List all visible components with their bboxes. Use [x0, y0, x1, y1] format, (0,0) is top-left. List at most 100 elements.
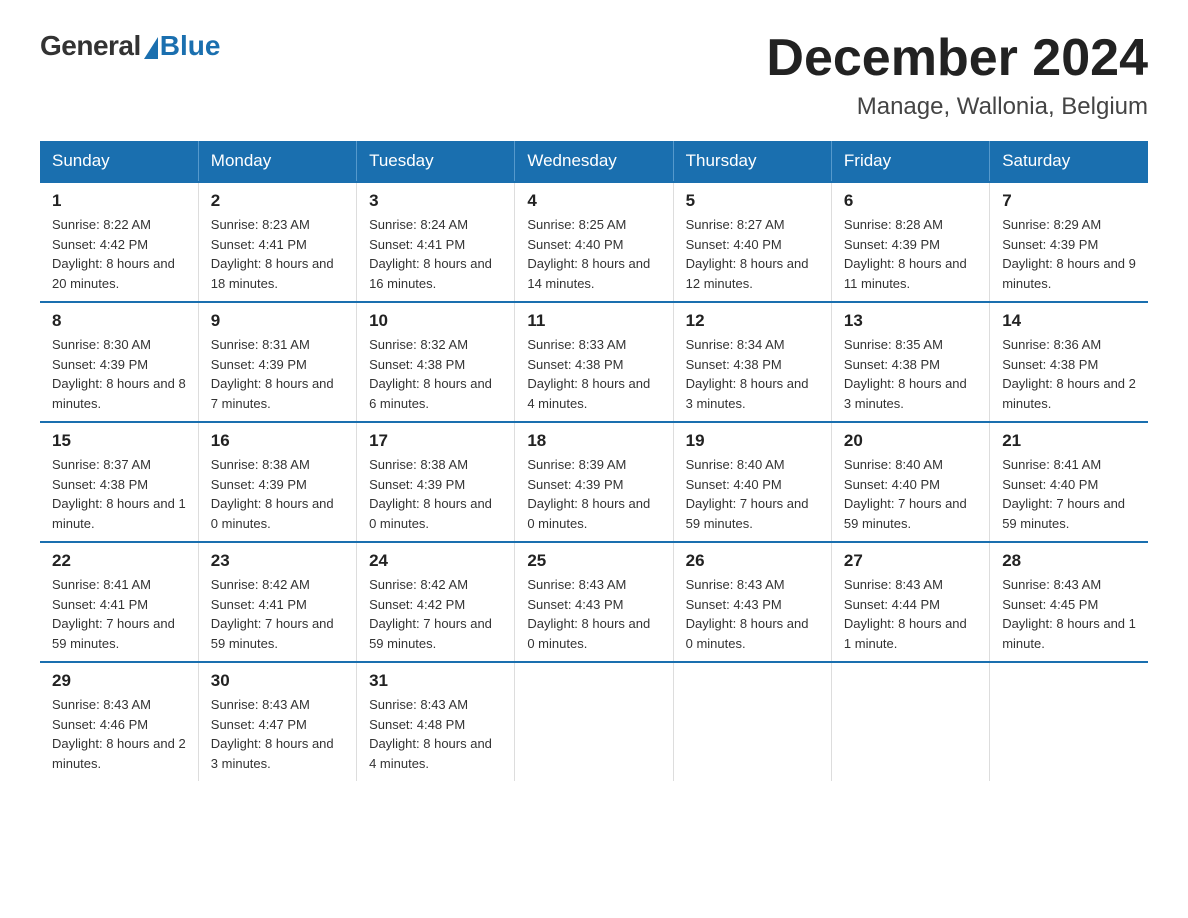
table-row: 9 Sunrise: 8:31 AMSunset: 4:39 PMDaylight… — [198, 302, 356, 422]
col-wednesday: Wednesday — [515, 141, 673, 182]
table-row: 28 Sunrise: 8:43 AMSunset: 4:45 PMDayligh… — [990, 542, 1148, 662]
col-sunday: Sunday — [40, 141, 198, 182]
day-number: 10 — [369, 311, 502, 331]
table-row: 3Sunrise: 8:24 AMSunset: 4:41 PMDaylight… — [357, 182, 515, 302]
calendar-week-row: 29Sunrise: 8:43 AMSunset: 4:46 PMDayligh… — [40, 662, 1148, 781]
table-row: 14 Sunrise: 8:36 AMSunset: 4:38 PMDayligh… — [990, 302, 1148, 422]
day-number: 14 — [1002, 311, 1136, 331]
day-info: Sunrise: 8:36 AMSunset: 4:38 PMDaylight:… — [1002, 335, 1136, 413]
table-row: 25 Sunrise: 8:43 AMSunset: 4:43 PMDayligh… — [515, 542, 673, 662]
day-info: Sunrise: 8:32 AMSunset: 4:38 PMDaylight:… — [369, 335, 502, 413]
day-number: 4 — [527, 191, 660, 211]
table-row: 18 Sunrise: 8:39 AMSunset: 4:39 PMDayligh… — [515, 422, 673, 542]
col-saturday: Saturday — [990, 141, 1148, 182]
logo-triangle-icon — [144, 37, 158, 59]
table-row: 31 Sunrise: 8:43 AMSunset: 4:48 PMDayligh… — [357, 662, 515, 781]
table-row: 10 Sunrise: 8:32 AMSunset: 4:38 PMDayligh… — [357, 302, 515, 422]
calendar-week-row: 8 Sunrise: 8:30 AMSunset: 4:39 PMDaylight… — [40, 302, 1148, 422]
calendar-week-row: 1 Sunrise: 8:22 AMSunset: 4:42 PMDaylight… — [40, 182, 1148, 302]
day-number: 29 — [52, 671, 186, 691]
day-info: Sunrise: 8:43 AMSunset: 4:48 PMDaylight:… — [369, 695, 502, 773]
page-header: General Blue December 2024 Manage, Wallo… — [40, 30, 1148, 121]
day-number: 26 — [686, 551, 819, 571]
day-info: Sunrise: 8:22 AMSunset: 4:42 PMDaylight:… — [52, 215, 186, 293]
day-number: 23 — [211, 551, 344, 571]
day-info: Sunrise: 8:42 AMSunset: 4:41 PMDaylight:… — [211, 575, 344, 653]
day-number: 15 — [52, 431, 186, 451]
day-info: Sunrise: 8:40 AMSunset: 4:40 PMDaylight:… — [686, 455, 819, 533]
day-number: 12 — [686, 311, 819, 331]
table-row: 23 Sunrise: 8:42 AMSunset: 4:41 PMDayligh… — [198, 542, 356, 662]
table-row: 26 Sunrise: 8:43 AMSunset: 4:43 PMDayligh… — [673, 542, 831, 662]
day-info: Sunrise: 8:43 AMSunset: 4:45 PMDaylight:… — [1002, 575, 1136, 653]
day-info: Sunrise: 8:25 AMSunset: 4:40 PMDaylight:… — [527, 215, 660, 293]
logo-general-text: General — [40, 30, 141, 62]
logo: General Blue — [40, 30, 220, 62]
day-number: 22 — [52, 551, 186, 571]
day-number: 16 — [211, 431, 344, 451]
table-row: 11Sunrise: 8:33 AMSunset: 4:38 PMDayligh… — [515, 302, 673, 422]
day-info: Sunrise: 8:30 AMSunset: 4:39 PMDaylight:… — [52, 335, 186, 413]
table-row: 7Sunrise: 8:29 AMSunset: 4:39 PMDaylight… — [990, 182, 1148, 302]
table-row: 13Sunrise: 8:35 AMSunset: 4:38 PMDayligh… — [831, 302, 989, 422]
day-number: 8 — [52, 311, 186, 331]
day-number: 2 — [211, 191, 344, 211]
table-row — [831, 662, 989, 781]
table-row: 6 Sunrise: 8:28 AMSunset: 4:39 PMDaylight… — [831, 182, 989, 302]
table-row: 5 Sunrise: 8:27 AMSunset: 4:40 PMDaylight… — [673, 182, 831, 302]
col-monday: Monday — [198, 141, 356, 182]
day-info: Sunrise: 8:40 AMSunset: 4:40 PMDaylight:… — [844, 455, 977, 533]
day-number: 5 — [686, 191, 819, 211]
day-number: 11 — [527, 311, 660, 331]
day-number: 27 — [844, 551, 977, 571]
table-row: 27Sunrise: 8:43 AMSunset: 4:44 PMDayligh… — [831, 542, 989, 662]
day-info: Sunrise: 8:43 AMSunset: 4:43 PMDaylight:… — [686, 575, 819, 653]
table-row: 24Sunrise: 8:42 AMSunset: 4:42 PMDayligh… — [357, 542, 515, 662]
day-number: 6 — [844, 191, 977, 211]
day-number: 19 — [686, 431, 819, 451]
col-tuesday: Tuesday — [357, 141, 515, 182]
day-number: 25 — [527, 551, 660, 571]
day-info: Sunrise: 8:27 AMSunset: 4:40 PMDaylight:… — [686, 215, 819, 293]
day-number: 24 — [369, 551, 502, 571]
table-row: 15 Sunrise: 8:37 AMSunset: 4:38 PMDayligh… — [40, 422, 198, 542]
table-row — [515, 662, 673, 781]
table-row: 16Sunrise: 8:38 AMSunset: 4:39 PMDayligh… — [198, 422, 356, 542]
day-info: Sunrise: 8:41 AMSunset: 4:40 PMDaylight:… — [1002, 455, 1136, 533]
day-info: Sunrise: 8:39 AMSunset: 4:39 PMDaylight:… — [527, 455, 660, 533]
day-info: Sunrise: 8:41 AMSunset: 4:41 PMDaylight:… — [52, 575, 186, 653]
day-number: 21 — [1002, 431, 1136, 451]
day-info: Sunrise: 8:23 AMSunset: 4:41 PMDaylight:… — [211, 215, 344, 293]
day-info: Sunrise: 8:37 AMSunset: 4:38 PMDaylight:… — [52, 455, 186, 533]
day-number: 17 — [369, 431, 502, 451]
day-info: Sunrise: 8:28 AMSunset: 4:39 PMDaylight:… — [844, 215, 977, 293]
calendar-week-row: 15 Sunrise: 8:37 AMSunset: 4:38 PMDayligh… — [40, 422, 1148, 542]
table-row: 4 Sunrise: 8:25 AMSunset: 4:40 PMDaylight… — [515, 182, 673, 302]
day-info: Sunrise: 8:43 AMSunset: 4:47 PMDaylight:… — [211, 695, 344, 773]
table-row: 8 Sunrise: 8:30 AMSunset: 4:39 PMDaylight… — [40, 302, 198, 422]
title-section: December 2024 Manage, Wallonia, Belgium — [766, 30, 1148, 121]
day-number: 31 — [369, 671, 502, 691]
day-number: 7 — [1002, 191, 1136, 211]
table-row — [673, 662, 831, 781]
day-number: 28 — [1002, 551, 1136, 571]
table-row: 17Sunrise: 8:38 AMSunset: 4:39 PMDayligh… — [357, 422, 515, 542]
table-row: 30 Sunrise: 8:43 AMSunset: 4:47 PMDayligh… — [198, 662, 356, 781]
table-row: 2 Sunrise: 8:23 AMSunset: 4:41 PMDaylight… — [198, 182, 356, 302]
day-number: 9 — [211, 311, 344, 331]
table-row: 29Sunrise: 8:43 AMSunset: 4:46 PMDayligh… — [40, 662, 198, 781]
col-thursday: Thursday — [673, 141, 831, 182]
table-row: 19 Sunrise: 8:40 AMSunset: 4:40 PMDayligh… — [673, 422, 831, 542]
day-info: Sunrise: 8:31 AMSunset: 4:39 PMDaylight:… — [211, 335, 344, 413]
day-info: Sunrise: 8:24 AMSunset: 4:41 PMDaylight:… — [369, 215, 502, 293]
logo-blue-text: Blue — [160, 30, 221, 62]
day-number: 18 — [527, 431, 660, 451]
calendar-week-row: 22 Sunrise: 8:41 AMSunset: 4:41 PMDayligh… — [40, 542, 1148, 662]
day-number: 30 — [211, 671, 344, 691]
day-info: Sunrise: 8:43 AMSunset: 4:43 PMDaylight:… — [527, 575, 660, 653]
day-number: 20 — [844, 431, 977, 451]
month-title: December 2024 — [766, 30, 1148, 87]
day-number: 1 — [52, 191, 186, 211]
col-friday: Friday — [831, 141, 989, 182]
table-row: 20 Sunrise: 8:40 AMSunset: 4:40 PMDayligh… — [831, 422, 989, 542]
